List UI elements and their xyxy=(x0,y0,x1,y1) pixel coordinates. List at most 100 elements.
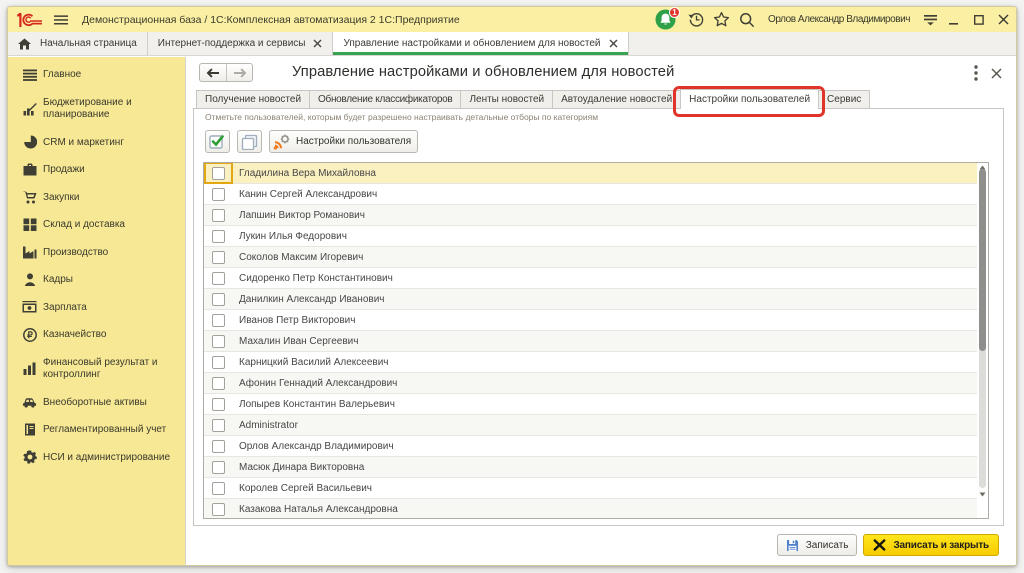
minimize-button[interactable] xyxy=(941,7,966,32)
scroll-down-icon[interactable] xyxy=(977,490,988,499)
user-checkbox[interactable] xyxy=(212,167,225,180)
user-checkbox[interactable] xyxy=(212,230,225,243)
user-row[interactable]: Administrator xyxy=(204,415,988,436)
user-checkbox[interactable] xyxy=(212,272,225,285)
tab-close-icon[interactable] xyxy=(609,39,618,48)
scrollbar-thumb[interactable] xyxy=(979,169,986,351)
sidebar-item-assets[interactable]: Внеоборотные активы xyxy=(8,389,185,417)
form-tab-1[interactable]: Обновление классификаторов xyxy=(309,90,461,109)
form-tab-label: Сервис xyxy=(827,94,861,105)
user-row[interactable]: Лапшин Виктор Романович xyxy=(204,205,988,226)
notification-center-icon[interactable]: 1 xyxy=(654,7,676,32)
save-button[interactable]: Записать xyxy=(777,534,858,556)
user-checkbox[interactable] xyxy=(212,398,225,411)
user-checkbox-cell[interactable] xyxy=(204,331,232,352)
user-row[interactable]: Орлов Александр Владимирович xyxy=(204,436,988,457)
save-and-close-button[interactable]: Записать и закрыть xyxy=(863,534,999,556)
user-row[interactable]: Сидоренко Петр Константинович xyxy=(204,268,988,289)
user-row[interactable]: Махалин Иван Сергеевич xyxy=(204,331,988,352)
user-checkbox-cell[interactable] xyxy=(204,226,232,247)
window-tab-2[interactable]: Управление настройками и обновлением для… xyxy=(333,32,628,55)
user-checkbox[interactable] xyxy=(212,356,225,369)
user-checkbox-cell[interactable] xyxy=(204,373,232,394)
vertical-scrollbar[interactable] xyxy=(977,163,988,518)
user-row[interactable]: Афонин Геннадий Александрович xyxy=(204,373,988,394)
user-checkbox-cell[interactable] xyxy=(204,457,232,478)
uncheck-all-button[interactable] xyxy=(237,130,262,153)
sidebar-item-finresult[interactable]: Финансовый результат и контроллинг xyxy=(8,349,185,389)
user-row[interactable]: Данилкин Александр Иванович xyxy=(204,289,988,310)
sidebar-item-sales[interactable]: Продажи xyxy=(8,156,185,184)
current-user-name[interactable]: Орлов Александр Владимирович xyxy=(768,14,910,25)
user-checkbox-cell[interactable] xyxy=(204,205,232,226)
user-checkbox-cell[interactable] xyxy=(204,436,232,457)
history-icon[interactable] xyxy=(684,7,709,32)
window-tab-0[interactable]: Начальная страница xyxy=(8,32,148,55)
user-checkbox[interactable] xyxy=(212,335,225,348)
user-menu-icon[interactable] xyxy=(920,7,941,32)
more-menu-icon[interactable] xyxy=(968,65,984,81)
user-checkbox[interactable] xyxy=(212,482,225,495)
favorites-star-icon[interactable] xyxy=(709,7,734,32)
user-checkbox[interactable] xyxy=(212,461,225,474)
sidebar-item-production[interactable]: Производство xyxy=(8,239,185,267)
main-menu-icon[interactable] xyxy=(54,7,68,32)
form-tab-5[interactable]: Сервис xyxy=(818,90,870,109)
sidebar-item-sections[interactable]: Главное xyxy=(8,61,185,89)
form-tab-3[interactable]: Автоудаление новостей xyxy=(552,90,681,109)
user-checkbox[interactable] xyxy=(212,377,225,390)
sidebar-item-purchases[interactable]: Закупки xyxy=(8,184,185,212)
window-close-button[interactable] xyxy=(991,7,1016,32)
maximize-button[interactable] xyxy=(966,7,991,32)
user-checkbox-cell[interactable] xyxy=(204,163,232,184)
search-icon[interactable] xyxy=(734,7,759,32)
user-checkbox-cell[interactable] xyxy=(204,499,232,520)
user-checkbox[interactable] xyxy=(212,209,225,222)
user-row[interactable]: Канин Сергей Александрович xyxy=(204,184,988,205)
sidebar-item-person[interactable]: Кадры xyxy=(8,266,185,294)
user-row[interactable]: Иванов Петр Викторович xyxy=(204,310,988,331)
sidebar-item-budget[interactable]: Бюджетирование и планирование xyxy=(8,89,185,129)
form-tab-4[interactable]: Настройки пользователей xyxy=(680,89,819,109)
sidebar-item-warehouse[interactable]: Склад и доставка xyxy=(8,211,185,239)
sidebar-item-ledger[interactable]: Регламентированный учет xyxy=(8,416,185,444)
user-row[interactable]: Лопырев Константин Валерьевич xyxy=(204,394,988,415)
user-row[interactable]: Казакова Наталья Александровна xyxy=(204,499,988,519)
user-checkbox-cell[interactable] xyxy=(204,394,232,415)
tab-close-icon[interactable] xyxy=(313,39,322,48)
sidebar-item-crm[interactable]: CRM и маркетинг xyxy=(8,129,185,157)
sidebar-item-salary[interactable]: Зарплата xyxy=(8,294,185,322)
user-checkbox[interactable] xyxy=(212,188,225,201)
user-checkbox-cell[interactable] xyxy=(204,247,232,268)
back-button[interactable] xyxy=(200,64,226,81)
user-checkbox[interactable] xyxy=(212,314,225,327)
user-settings-button[interactable]: Настройки пользователя xyxy=(269,130,418,153)
user-checkbox[interactable] xyxy=(212,419,225,432)
form-tab-label: Получение новостей xyxy=(205,94,301,105)
user-checkbox[interactable] xyxy=(212,503,225,516)
user-checkbox-cell[interactable] xyxy=(204,352,232,373)
sidebar-item-gear[interactable]: НСИ и администрирование xyxy=(8,444,185,472)
user-checkbox-cell[interactable] xyxy=(204,415,232,436)
user-row[interactable]: Масюк Динара Викторовна xyxy=(204,457,988,478)
form-tab-2[interactable]: Ленты новостей xyxy=(460,90,553,109)
user-checkbox-cell[interactable] xyxy=(204,310,232,331)
user-checkbox[interactable] xyxy=(212,251,225,264)
form-tab-0[interactable]: Получение новостей xyxy=(196,90,310,109)
sidebar-item-treasury[interactable]: ₽Казначейство xyxy=(8,321,185,349)
user-checkbox-cell[interactable] xyxy=(204,268,232,289)
user-checkbox-cell[interactable] xyxy=(204,289,232,310)
form-close-icon[interactable] xyxy=(988,65,1004,81)
user-checkbox-cell[interactable] xyxy=(204,184,232,205)
user-checkbox[interactable] xyxy=(212,440,225,453)
user-row[interactable]: Гладилина Вера Михайловна xyxy=(204,163,988,184)
window-tab-1[interactable]: Интернет-поддержка и сервисы xyxy=(148,32,334,55)
user-row[interactable]: Соколов Максим Игоревич xyxy=(204,247,988,268)
user-checkbox[interactable] xyxy=(212,293,225,306)
user-checkbox-cell[interactable] xyxy=(204,478,232,499)
user-row[interactable]: Лукин Илья Федорович xyxy=(204,226,988,247)
check-all-button[interactable] xyxy=(205,130,230,153)
user-row[interactable]: Карницкий Василий Алексеевич xyxy=(204,352,988,373)
forward-button[interactable] xyxy=(226,64,252,81)
user-row[interactable]: Королев Сергей Васильевич xyxy=(204,478,988,499)
